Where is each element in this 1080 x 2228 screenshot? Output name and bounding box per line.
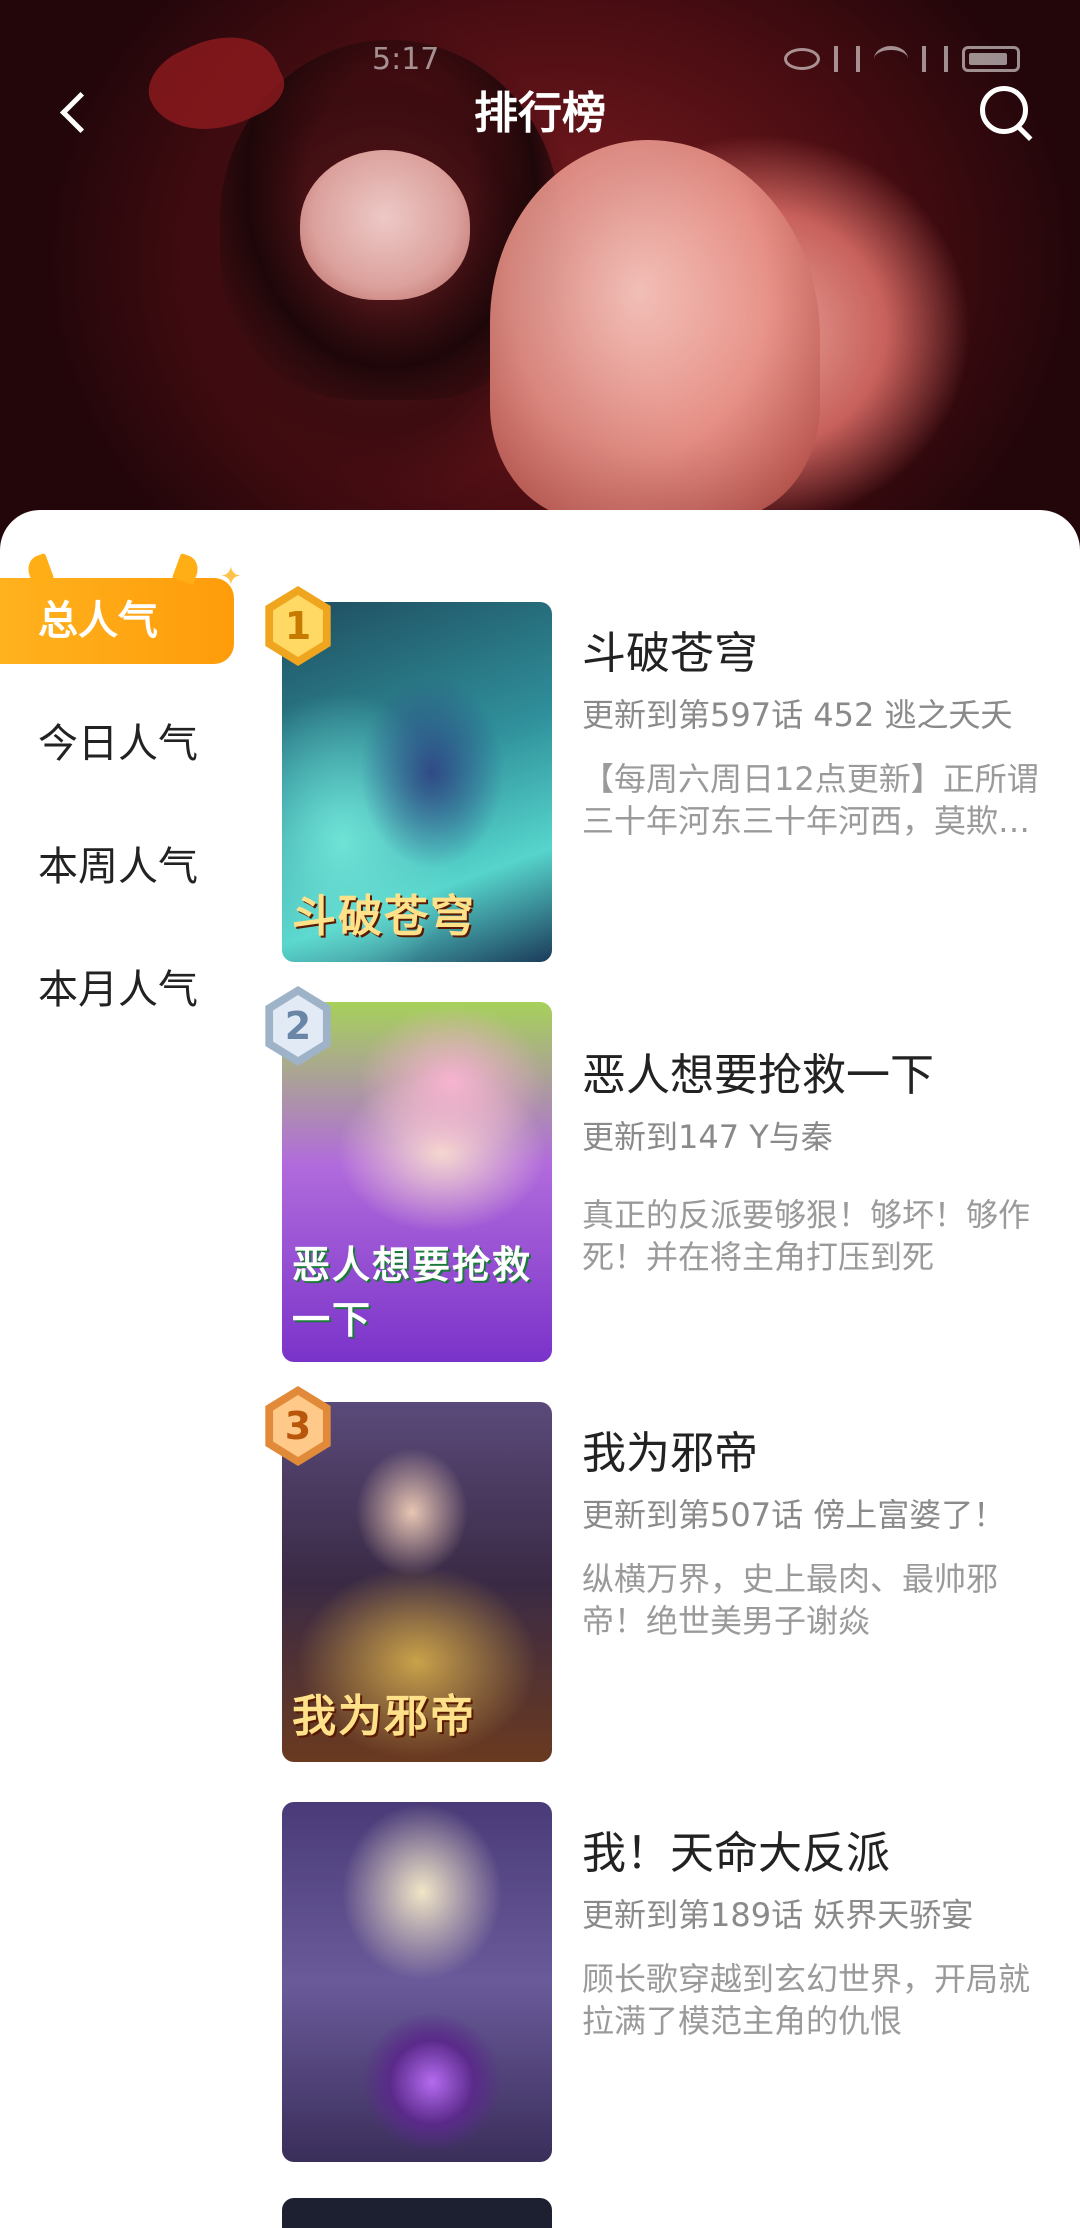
- sparkle-icon: ✦: [220, 562, 242, 592]
- banner-veil-figure: [490, 140, 820, 520]
- status-icons: [784, 46, 1020, 72]
- comic-info: 恶人想要抢救一下 更新到147 Y与秦 真正的反派要够狠！够坏！够作死！并在将主…: [582, 1002, 1052, 1278]
- ranking-tabs: ✦ 总人气 今日人气 本周人气 本月人气: [0, 553, 242, 1070]
- tab-label: 本月人气: [38, 967, 198, 1013]
- comic-cover[interactable]: 我为邪帝: [282, 1402, 552, 1762]
- cover-title-text: 斗破苍穹: [292, 891, 476, 942]
- comic-description: 纵横万界，史上最肉、最帅邪帝！绝世美男子谢焱: [582, 1560, 999, 1640]
- tab-label: 今日人气: [38, 721, 198, 767]
- signal-icon: [834, 46, 860, 72]
- ranking-list: 斗破苍穹 1 斗破苍穹 更新到第597话 452 逃之夭夭 【每周六周日12点更…: [265, 586, 1052, 2202]
- list-item[interactable]: 我为邪帝 3 我为邪帝 更新到第507话 傍上富婆了！ 纵横万界，史上最肉、最帅…: [265, 1386, 1052, 1802]
- tab-month-popularity[interactable]: 本月人气: [0, 947, 240, 1033]
- rank-number: 3: [284, 1404, 312, 1448]
- list-item[interactable]: 我！天命大反派 更新到第189话 妖界天骄宴 顾长歌穿越到玄幻世界，开局就拉满了…: [282, 1802, 1052, 2202]
- rank-number: 1: [284, 604, 312, 648]
- rank-number: 2: [284, 1004, 312, 1048]
- comic-title: 我为邪帝: [582, 1428, 758, 1479]
- comic-info: 斗破苍穹 更新到第597话 452 逃之夭夭 【每周六周日12点更新】正所谓三十…: [582, 602, 1052, 842]
- comic-update: 更新到147 Y与秦: [582, 1118, 833, 1156]
- list-item[interactable]: 斗破苍穹 1 斗破苍穹 更新到第597话 452 逃之夭夭 【每周六周日12点更…: [265, 586, 1052, 1002]
- comic-info: 我！天命大反派 更新到第189话 妖界天骄宴 顾长歌穿越到玄幻世界，开局就拉满了…: [582, 1802, 1052, 2042]
- comic-title: 斗破苍穹: [582, 628, 758, 679]
- page-title: 排行榜: [474, 88, 606, 139]
- status-time: 5:17: [372, 42, 440, 77]
- comic-update: 更新到第507话 傍上富婆了！: [582, 1496, 1006, 1534]
- battery-icon: [962, 46, 1020, 72]
- tab-total-popularity[interactable]: ✦ 总人气: [0, 553, 242, 664]
- comic-cover[interactable]: 斗破苍穹: [282, 602, 552, 962]
- eye-icon: [784, 48, 820, 70]
- comic-title: 我！天命大反派: [582, 1828, 890, 1879]
- tab-today-popularity[interactable]: 今日人气: [0, 701, 240, 787]
- comic-update: 更新到第189话 妖界天骄宴: [582, 1896, 974, 1934]
- comic-update: 更新到第597话 452 逃之夭夭: [582, 696, 1013, 734]
- tab-label: 总人气: [38, 598, 158, 644]
- next-comic-cover-peek[interactable]: [282, 2198, 552, 2228]
- comic-description: 真正的反派要够狠！够坏！够作死！并在将主角打压到死: [582, 1196, 1031, 1276]
- cover-title-text: 我为邪帝: [292, 1691, 476, 1742]
- horn-decoration-icon: [24, 553, 54, 585]
- search-icon[interactable]: [974, 80, 1038, 144]
- comic-info: 我为邪帝 更新到第507话 傍上富婆了！ 纵横万界，史上最肉、最帅邪帝！绝世美男…: [582, 1402, 1052, 1642]
- comic-cover[interactable]: 恶人想要抢救一下: [282, 1002, 552, 1362]
- comic-title: 恶人想要抢救一下: [582, 1050, 934, 1101]
- banner-character-face: [300, 150, 470, 300]
- ranking-page: 5:17 排行榜 ✦ 总人气 今日人气 本周人气 本月人气 斗破苍穹 1 斗破苍…: [0, 0, 1080, 2228]
- tab-label: 本周人气: [38, 844, 198, 890]
- ranking-content: ✦ 总人气 今日人气 本周人气 本月人气 斗破苍穹 1 斗破苍穹 更新到第597…: [0, 510, 1080, 2228]
- comic-description: 顾长歌穿越到玄幻世界，开局就拉满了模范主角的仇恨: [582, 1960, 1031, 2040]
- horn-decoration-icon: [172, 553, 202, 585]
- wifi-icon: [874, 46, 908, 72]
- tab-week-popularity[interactable]: 本周人气: [0, 824, 240, 910]
- status-bar: 5:17: [0, 42, 1080, 82]
- list-item[interactable]: 恶人想要抢救一下 2 恶人想要抢救一下 更新到147 Y与秦 真正的反派要够狠！…: [265, 986, 1052, 1402]
- comic-description: 【每周六周日12点更新】正所谓三十年河东三十年河西，莫欺少年穷: [582, 760, 1039, 840]
- cover-title-text: 恶人想要抢救一下: [292, 1243, 533, 1342]
- cellular-icon: [922, 46, 948, 72]
- comic-cover[interactable]: [282, 1802, 552, 2162]
